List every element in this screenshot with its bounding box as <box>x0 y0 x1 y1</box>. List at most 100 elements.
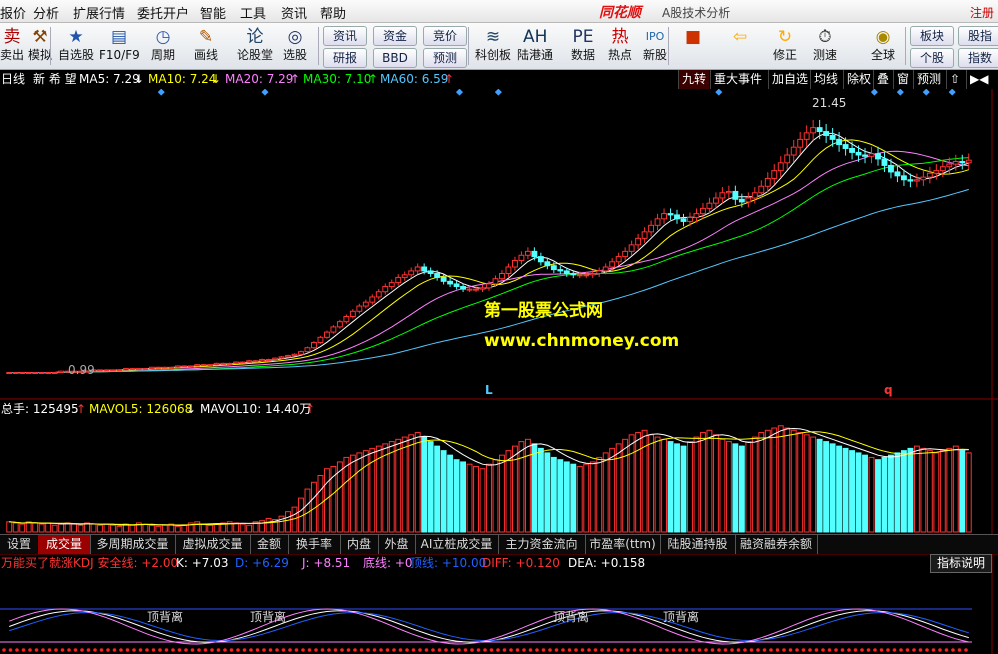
toolbar-small-button[interactable]: 资讯 <box>323 26 367 46</box>
toolbar-small-button[interactable]: BBD <box>373 48 417 68</box>
toolbar-button[interactable]: ▤ F10/F9 <box>99 26 140 66</box>
candle-body <box>952 161 959 165</box>
toolbar-button[interactable]: AH 陆港通 <box>515 26 555 66</box>
kdj-dot <box>548 648 552 652</box>
kdj-dot <box>145 648 149 652</box>
volume-bar <box>51 524 58 533</box>
indicator-tab[interactable]: 多周期成交量 <box>90 535 176 554</box>
indicator-tab[interactable]: 成交量 <box>38 535 91 554</box>
toolbar-small-button[interactable]: 研报 <box>323 48 367 68</box>
menu-item[interactable]: 智能 <box>200 3 226 22</box>
chart-option-button[interactable]: 叠 <box>873 70 892 89</box>
kdj-top-line: 顶线: +10.00 <box>410 556 487 570</box>
indicator-tab[interactable]: 设置 <box>0 535 39 554</box>
candle-body <box>881 158 888 166</box>
indicator-tab[interactable]: 主力资金流向 <box>498 535 586 554</box>
kdj-dot <box>743 648 747 652</box>
toolbar-small-button[interactable]: 资金 <box>373 26 417 46</box>
toolbar-separator <box>668 27 669 65</box>
menu-item[interactable]: 分析 <box>33 3 59 22</box>
toolbar-button[interactable]: ⚒ 模拟 <box>20 26 60 66</box>
stock-name: 新 希 望 <box>33 72 77 86</box>
toolbar-button[interactable]: ✎ 画线 <box>186 26 226 66</box>
indicator-tab[interactable]: 市盈率(ttm) <box>585 535 661 554</box>
toolbar-button[interactable]: IPO 新股 <box>635 26 675 66</box>
volume-bar <box>648 434 655 533</box>
chart-option-button[interactable]: 窗 <box>893 70 912 89</box>
toolbar-button[interactable]: ★ 自选股 <box>56 26 96 66</box>
menu-item[interactable]: 扩展行情 <box>73 3 125 22</box>
candle-body <box>349 310 356 317</box>
kdj-dot <box>899 648 903 652</box>
candle-body <box>148 366 155 370</box>
timer-icon: ⏱ <box>818 27 832 47</box>
toolbar-button[interactable]: ■ <box>673 26 713 66</box>
kdj-dot <box>892 648 897 652</box>
divergence-label: 顶背离 <box>147 610 184 624</box>
chart-option-button[interactable]: 预测 <box>913 70 944 89</box>
chart-option-button[interactable]: 九转 <box>678 70 710 89</box>
menu-item[interactable]: 报价 <box>0 3 26 22</box>
kdj-dot <box>710 648 715 652</box>
menu-item[interactable]: 资讯 <box>281 3 307 22</box>
kdj-dot <box>340 648 344 652</box>
candle-body <box>58 370 65 373</box>
chart-option-button[interactable]: 重大事件 <box>710 70 765 89</box>
menu-item[interactable]: 委托开户 <box>137 3 189 22</box>
menu-item[interactable]: 帮助 <box>320 3 346 22</box>
toolbar-button[interactable]: ◉ 全球 <box>863 26 903 66</box>
candle-body <box>706 202 713 209</box>
register-link[interactable]: 注册 <box>970 4 994 21</box>
toolbar-button[interactable]: 论论股堂 <box>235 26 275 66</box>
period-label[interactable]: 日线 <box>1 70 25 89</box>
kdj-dot <box>691 648 695 652</box>
indicator-tab[interactable]: 内盘 <box>340 535 379 554</box>
toolbar-button[interactable]: ◷ 周期 <box>143 26 183 66</box>
mavol10-arrow: ↑ <box>305 402 316 416</box>
chart-option-button[interactable]: ▶◀ <box>966 70 991 89</box>
toolbar-button[interactable]: 热热点 <box>600 26 640 66</box>
chart-option-button[interactable]: ⇧ <box>946 70 963 89</box>
toolbar-small-button[interactable]: 指数 <box>958 48 998 68</box>
indicator-tab[interactable]: 融资融券余额 <box>735 535 818 554</box>
toolbar-button[interactable]: ⏱ 测速 <box>805 26 845 66</box>
indicator-tab[interactable]: AI立桩成交量 <box>415 535 499 554</box>
toolbar-small-button[interactable]: 竞价 <box>423 26 467 46</box>
toolbar-button[interactable]: PE 数据 <box>563 26 603 66</box>
toolbar-small-button[interactable]: 股指 <box>958 26 998 46</box>
kdj-dot <box>158 648 162 652</box>
candle-body <box>888 164 894 173</box>
candle-body <box>220 362 227 365</box>
kdj-dot <box>203 648 208 652</box>
toolbar-small-button[interactable]: 预测 <box>423 48 467 68</box>
candle-body <box>842 144 849 149</box>
toolbar-button[interactable]: ⇦ <box>720 26 760 66</box>
volume-bar <box>45 522 52 533</box>
toolbar-small-button[interactable]: 板块 <box>910 26 954 46</box>
candle-body <box>421 266 428 272</box>
toolbar-button[interactable]: ↻ 修正 <box>765 26 805 66</box>
toolbar-small-button[interactable]: 个股 <box>910 48 954 68</box>
volume-bar <box>285 511 291 533</box>
menu-item[interactable]: 工具 <box>240 3 266 22</box>
chart-option-button[interactable]: 加自选 <box>768 70 811 89</box>
indicator-tab[interactable]: 虚拟成交量 <box>175 535 251 554</box>
chart-option-button[interactable]: 除权 <box>843 70 874 89</box>
indicator-tab[interactable]: 陆股通持股 <box>660 535 736 554</box>
indicator-tab[interactable]: 换手率 <box>288 535 341 554</box>
kdj-dot <box>151 648 156 652</box>
candle-body <box>667 213 674 216</box>
kdj-dot <box>470 648 474 652</box>
candle-body <box>19 371 26 374</box>
indicator-tab[interactable]: 金额 <box>250 535 289 554</box>
toolbar-button[interactable]: ≋ 科创板 <box>473 26 513 66</box>
toolbar-button[interactable]: ◎ 选股 <box>275 26 315 66</box>
volume-bar <box>453 459 460 533</box>
kdj-dot <box>34 648 39 652</box>
indicator-tab[interactable]: 外盘 <box>378 535 416 554</box>
volume-bar <box>401 436 408 533</box>
volume-bar <box>349 454 356 533</box>
kdj-dot <box>704 648 708 652</box>
chart-option-button[interactable]: 均线 <box>810 70 841 89</box>
indicator-help-button[interactable]: 指标说明 <box>930 554 992 573</box>
